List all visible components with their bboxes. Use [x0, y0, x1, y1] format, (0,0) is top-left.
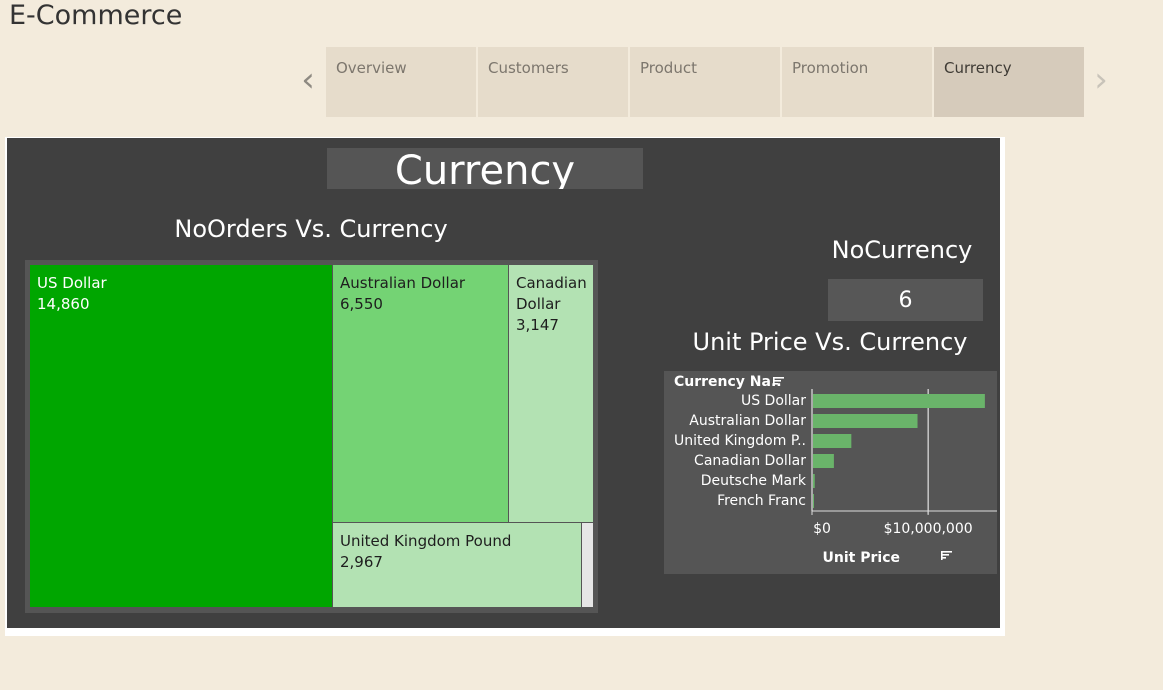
tab-product[interactable]: Product [630, 47, 780, 117]
bar-chart-title: Unit Price Vs. Currency [692, 328, 968, 356]
treemap-tile-us-dollar[interactable]: US Dollar 14,860 [30, 265, 332, 607]
bar-chart-panel: Currency Na.. US Dollar Australian Dollar… [664, 371, 997, 574]
bar[interactable] [813, 474, 815, 488]
category-label[interactable]: French Franc [717, 493, 806, 509]
category-label[interactable]: Australian Dollar [689, 413, 806, 429]
story-tabs: Overview Customers Product Promotion Cur… [326, 47, 1086, 117]
dashboard-title: Currency [327, 148, 643, 189]
tab-currency[interactable]: Currency [934, 47, 1084, 117]
category-label[interactable]: US Dollar [741, 393, 806, 409]
kpi-title: NoCurrency [831, 236, 973, 264]
sort-icon[interactable] [941, 551, 952, 560]
dashboard: Currency NoOrders Vs. Currency US Dollar… [7, 138, 1000, 628]
tile-label: US Dollar [37, 274, 107, 292]
tile-value: 14,860 [37, 295, 90, 313]
bar[interactable] [813, 434, 852, 448]
tile-value: 2,967 [340, 553, 383, 571]
tile-label: United Kingdom Pound [340, 532, 512, 550]
tile-label: Canadian Dollar [516, 274, 587, 313]
treemap-tile-australian-dollar[interactable]: Australian Dollar 6,550 [333, 265, 508, 522]
app-title: E-Commerce [9, 0, 183, 31]
bar[interactable] [813, 454, 834, 468]
category-label[interactable]: United Kingdom P.. [674, 433, 806, 449]
tab-overview[interactable]: Overview [326, 47, 476, 117]
x-axis-title[interactable]: Unit Price [823, 550, 900, 566]
tile-label: Australian Dollar [340, 274, 466, 292]
category-label[interactable]: Deutsche Mark [701, 473, 807, 489]
treemap-title: NoOrders Vs. Currency [174, 215, 448, 243]
treemap-tile-canadian-dollar[interactable]: Canadian Dollar 3,147 [509, 265, 593, 522]
bar[interactable] [813, 394, 985, 408]
treemap: US Dollar 14,860 Australian Dollar 6,550… [25, 260, 598, 613]
tile-value: 6,550 [340, 295, 383, 313]
treemap-tile-united-kingdom-pound[interactable]: United Kingdom Pound 2,967 [333, 523, 581, 607]
x-tick-label: $0 [813, 521, 831, 537]
treemap-tile-small-currencies[interactable] [582, 523, 593, 607]
category-label[interactable]: Canadian Dollar [694, 453, 806, 469]
bar-chart: Currency Na.. US Dollar Australian Dollar… [674, 374, 997, 566]
bar[interactable] [813, 414, 918, 428]
bar[interactable] [813, 494, 814, 508]
tab-customers[interactable]: Customers [478, 47, 628, 117]
tab-promotion[interactable]: Promotion [782, 47, 932, 117]
x-tick-label: $10,000,000 [884, 521, 973, 537]
tile-value: 3,147 [516, 316, 559, 334]
category-header[interactable]: Currency Na.. [674, 374, 782, 390]
kpi-value: 6 [828, 279, 983, 321]
chevron-left-icon[interactable]: ‹ [296, 62, 320, 102]
chevron-right-icon[interactable]: › [1089, 62, 1113, 102]
